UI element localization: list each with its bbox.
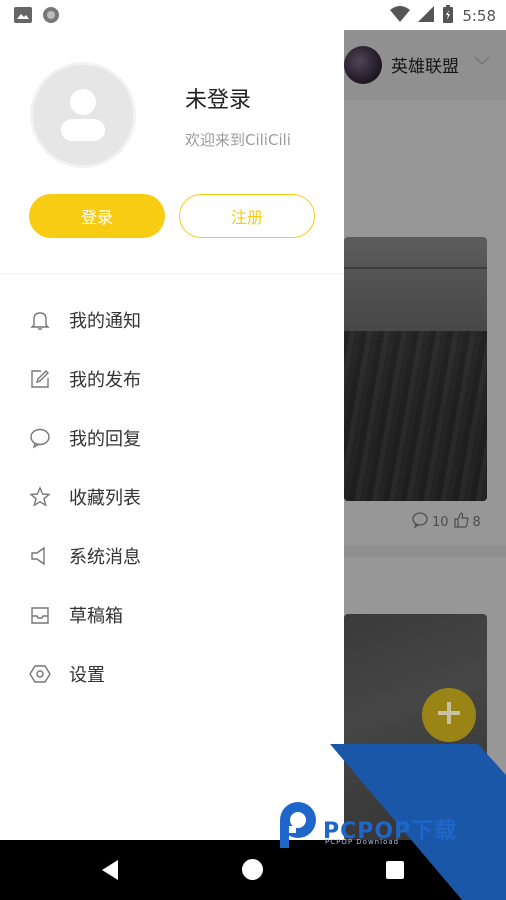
system-nav-bar [0,840,506,900]
register-button[interactable]: 注册 [179,194,315,238]
signal-icon [418,6,435,26]
menu-item-settings[interactable]: 设置 [0,644,344,703]
menu-item-label: 设置 [69,664,105,686]
menu-item-drafts[interactable]: 草稿箱 [0,585,344,644]
back-icon[interactable] [100,859,120,885]
settings-icon [28,662,52,686]
drawer-menu: 我的通知 我的发布 我的回复 收藏列表 系统消息 草稿箱 设置 [0,290,344,703]
user-name: 未登录 [185,88,252,113]
inbox-icon [28,603,52,627]
watermark-subtext: PCPOP Download [325,838,400,846]
home-icon[interactable] [242,859,263,880]
login-button[interactable]: 登录 [29,194,165,238]
image-icon [14,7,32,27]
menu-item-label: 我的通知 [69,310,141,332]
edit-icon [28,367,52,391]
circle-icon [42,6,60,28]
watermark-logo-icon [280,802,316,848]
comment-icon [28,426,52,450]
navigation-drawer: 未登录 欢迎来到CiliCili 登录 注册 我的通知 我的发布 我的回复 收藏… [0,30,344,840]
user-icon [61,89,105,141]
menu-item-label: 我的回复 [69,428,141,450]
plus-icon [436,700,462,730]
battery-icon [442,5,454,27]
bell-icon [28,308,52,332]
welcome-text: 欢迎来到CiliCili [185,131,291,149]
menu-item-label: 草稿箱 [69,605,123,627]
menu-item-label: 我的发布 [69,369,141,391]
menu-item-system-messages[interactable]: 系统消息 [0,526,344,585]
wifi-icon [390,6,411,26]
recents-icon[interactable] [386,861,404,879]
speaker-icon [28,544,52,568]
divider [0,273,344,274]
star-icon [28,485,52,509]
avatar[interactable] [30,62,136,168]
menu-item-label: 收藏列表 [69,487,141,509]
menu-item-posts[interactable]: 我的发布 [0,349,344,408]
add-post-button[interactable] [422,688,476,742]
menu-item-favorites[interactable]: 收藏列表 [0,467,344,526]
clock-time: 5:58 [462,7,496,25]
menu-item-label: 系统消息 [69,546,141,568]
status-bar: 5:58 [0,0,506,30]
menu-item-notifications[interactable]: 我的通知 [0,290,344,349]
menu-item-replies[interactable]: 我的回复 [0,408,344,467]
